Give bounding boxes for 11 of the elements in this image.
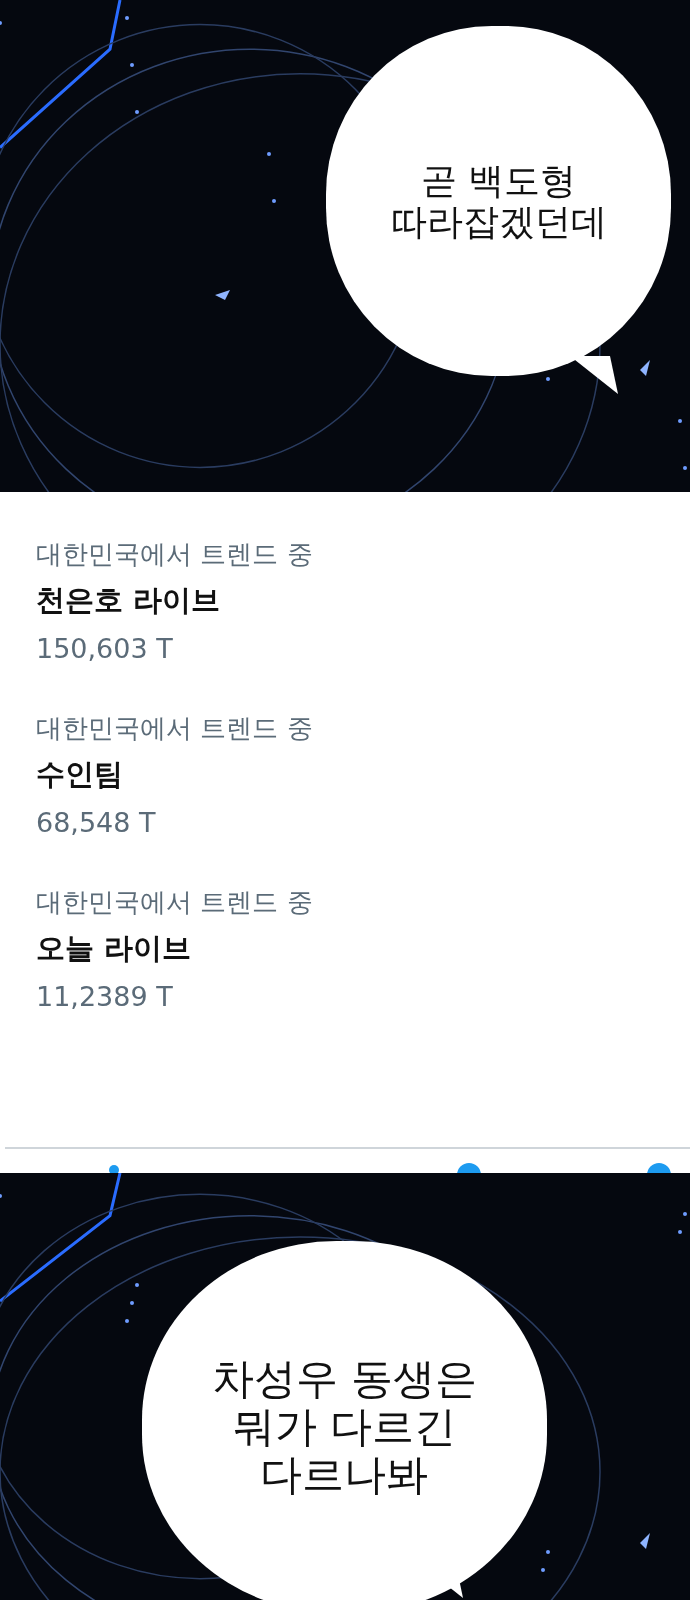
tweet-count: 68,548 T <box>36 806 157 840</box>
trend-category: 대한민국에서 트렌드 중 <box>36 538 314 571</box>
trend-category: 대한민국에서 트렌드 중 <box>36 886 314 919</box>
trend-title[interactable]: 수인팀 <box>36 748 690 800</box>
trend-category: 대한민국에서 트렌드 중 <box>36 712 314 745</box>
trend-title[interactable]: 천은호 라이브 <box>36 574 690 626</box>
speech-text: 곧 백도형 따라잡겠던데 <box>390 159 607 243</box>
speech-text: 차성우 동생은 뭐가 다르긴 다르나봐 <box>211 1354 478 1500</box>
tweet-count: 11,2389 T <box>36 980 174 1014</box>
tweet-count: 150,603 T <box>36 632 174 666</box>
trend-title[interactable]: 오늘 라이브 <box>36 922 690 974</box>
